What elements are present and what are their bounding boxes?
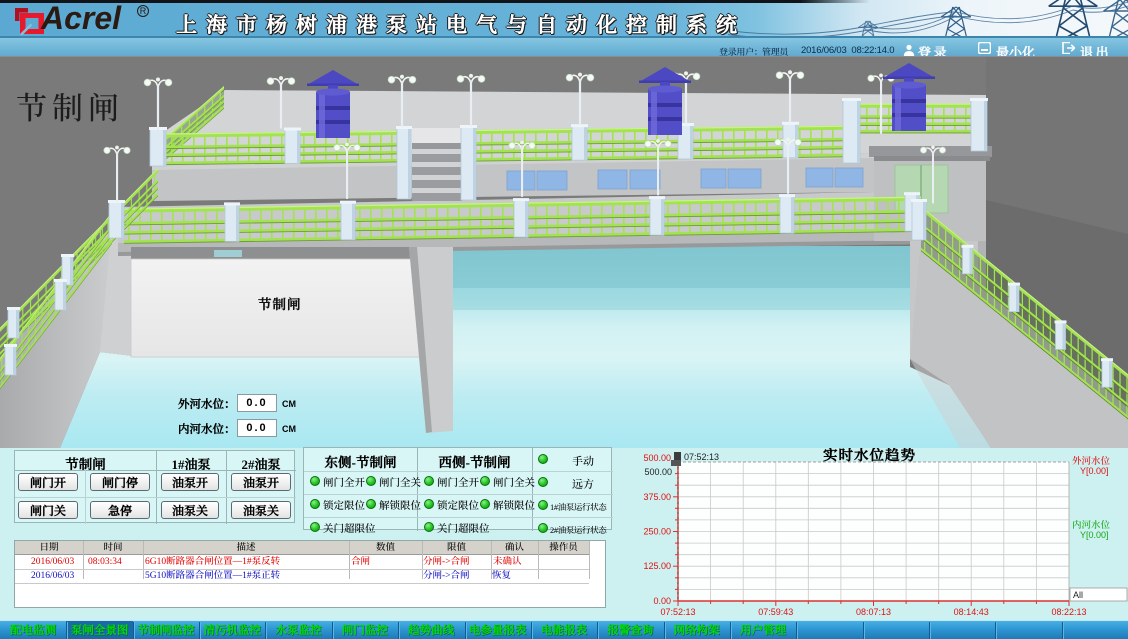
svg-text:375.00: 375.00 [643,492,671,502]
svg-text:07:52:13: 07:52:13 [660,607,695,617]
svg-text:实时水位趋势: 实时水位趋势 [823,448,916,465]
svg-text:内河水位: 内河水位 [1072,517,1111,531]
svg-text:250.00: 250.00 [643,527,671,537]
svg-text:外河水位: 外河水位 [1072,453,1111,467]
svg-text:08:07:13: 08:07:13 [856,607,891,617]
svg-text:0.00: 0.00 [653,596,671,606]
svg-text:500.00: 500.00 [644,467,672,477]
svg-text:08:14:43: 08:14:43 [954,607,989,617]
svg-text:07:59:43: 07:59:43 [758,607,793,617]
svg-text:08:22:13: 08:22:13 [1051,607,1086,617]
svg-text:节制闸: 节制闸 [258,293,302,313]
svg-text:500.00: 500.00 [643,453,671,463]
svg-text:All: All [1073,590,1083,600]
svg-text:Y[0.00]: Y[0.00] [1080,530,1109,540]
svg-text:Y[0.00]: Y[0.00] [1080,466,1109,476]
svg-text:125.00: 125.00 [643,561,671,571]
svg-text:07:52:13: 07:52:13 [684,452,719,462]
svg-text:节制闸: 节制闸 [16,83,124,128]
